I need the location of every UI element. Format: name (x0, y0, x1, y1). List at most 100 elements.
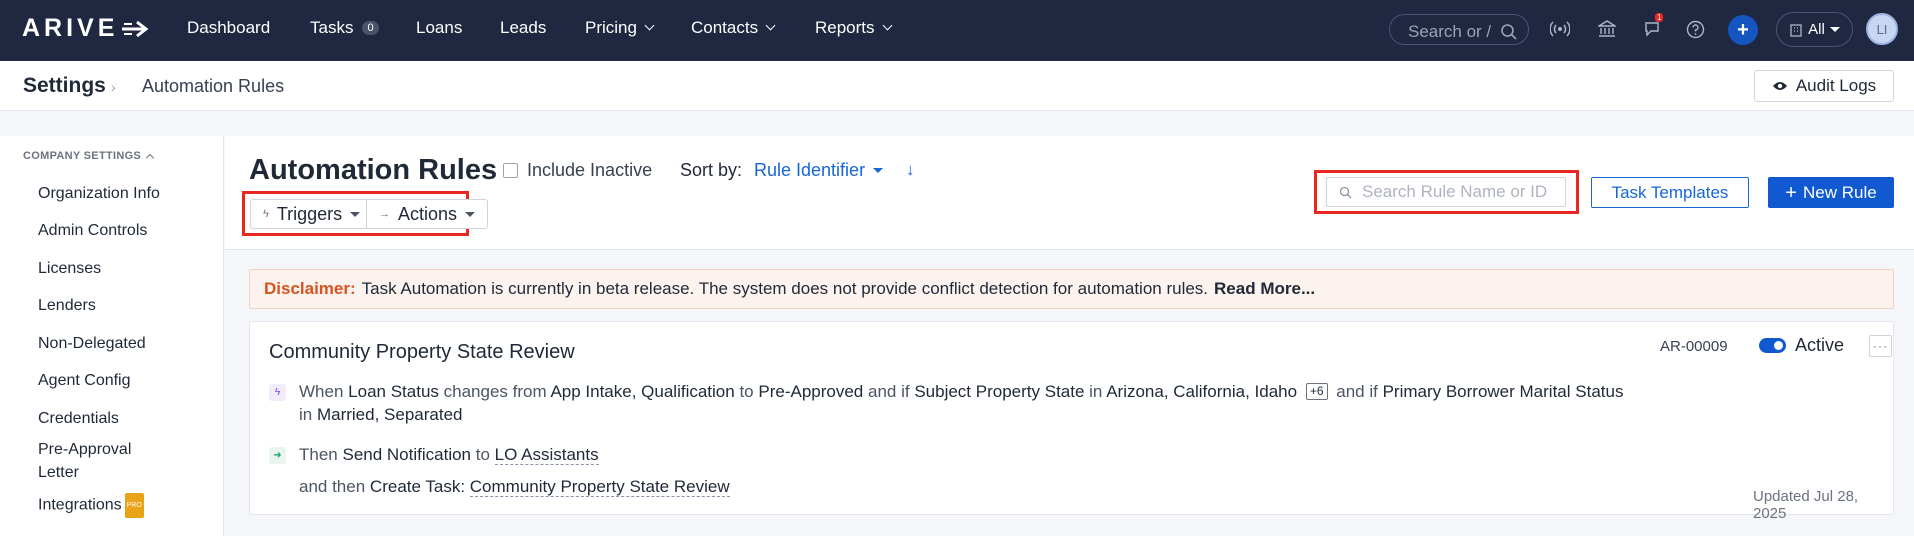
nav-dashboard[interactable]: Dashboard (187, 18, 270, 38)
nav-dashboard-label: Dashboard (187, 18, 271, 37)
pro-badge: PRO (124, 493, 144, 518)
notifications-icon[interactable]: 1 (1642, 13, 1664, 40)
rule-action-1: Then Send Notification to LO Assistants (299, 443, 599, 466)
action-create-task: Create Task: (369, 477, 466, 496)
disclaimer-text: Task Automation is currently in beta rel… (361, 279, 1209, 298)
condition-field-marital-status: Primary Borrower Marital Status (1382, 382, 1624, 401)
global-search-placeholder: Search or / (1408, 22, 1492, 41)
read-more-link[interactable]: Read More... (1214, 279, 1315, 299)
main-content: Automation Rules Include Inactive Sort b… (225, 136, 1914, 536)
text-and-then: and then (299, 477, 366, 496)
breadcrumb: Settings › Automation Rules Audit Logs (0, 61, 1914, 111)
page-title: Automation Rules (249, 154, 498, 186)
audit-logs-label: Audit Logs (1795, 76, 1877, 95)
condition-field-property-state: Subject Property State (914, 382, 1085, 401)
bank-icon[interactable] (1596, 18, 1618, 40)
nav-tasks[interactable]: Tasks 0 (310, 18, 379, 38)
nav-tasks-label: Tasks (310, 18, 354, 37)
nav-reports[interactable]: Reports (815, 18, 892, 38)
text-and-if: and if (868, 382, 910, 401)
rule-card[interactable]: Community Property State Review AR-00009… (249, 321, 1894, 522)
rule-search-input[interactable]: Search Rule Name or ID (1326, 177, 1566, 207)
chevron-down-icon (882, 20, 892, 31)
sidebar-item-licenses[interactable]: Licenses (38, 257, 188, 280)
trigger-from-values: App Intake, Qualification (550, 382, 735, 401)
more-states-tag[interactable]: +6 (1305, 383, 1328, 400)
global-search-input[interactable]: Search or / (1389, 14, 1529, 45)
beta-disclaimer-banner: Disclaimer: Task Automation is currently… (249, 269, 1894, 309)
sidebar-section-label: COMPANY SETTINGS (23, 150, 142, 162)
audit-logs-button[interactable]: Audit Logs (1754, 70, 1894, 102)
sidebar-item-lenders[interactable]: Lenders (38, 294, 188, 317)
plus-icon: + (1785, 181, 1797, 204)
include-inactive-toggle[interactable]: Include Inactive (503, 160, 652, 181)
bolt-icon: ϟ (263, 208, 269, 220)
triggers-filter-button[interactable]: ϟ Triggers (250, 199, 374, 229)
rule-active-toggle[interactable] (1759, 338, 1786, 353)
rule-trigger-description: When Loan Status changes from App Intake… (299, 380, 1649, 426)
include-inactive-checkbox[interactable] (503, 163, 518, 178)
notification-badge: 1 (1655, 13, 1664, 22)
trigger-field-loan-status: Loan Status (348, 382, 439, 401)
action-task-name-link[interactable]: Community Property State Review (469, 477, 730, 497)
action-arrow-icon: ➜ (269, 447, 286, 464)
text-to: to (739, 382, 754, 401)
sidebar-item-admin-controls[interactable]: Admin Controls (38, 219, 188, 242)
sidebar-item-integrations[interactable]: Integrations PRO (38, 493, 188, 518)
quick-add-button[interactable]: + (1728, 15, 1758, 45)
include-inactive-label: Include Inactive (527, 160, 653, 180)
search-icon (1501, 24, 1517, 40)
rule-action-2: and then Create Task: Community Property… (299, 475, 730, 498)
eye-icon (1772, 82, 1787, 90)
nav-pricing[interactable]: Pricing (585, 18, 655, 38)
nav-reports-label: Reports (815, 18, 875, 37)
nav-leads[interactable]: Leads (500, 18, 546, 38)
broadcast-icon[interactable] (1549, 18, 1571, 40)
task-templates-button[interactable]: Task Templates (1591, 177, 1749, 208)
scope-filter-label: All (1808, 21, 1825, 38)
more-options-button[interactable]: ··· (1869, 335, 1892, 357)
scope-filter-dropdown[interactable]: All (1776, 12, 1853, 47)
user-avatar[interactable]: LI (1866, 13, 1898, 45)
rule-status-label: Active (1795, 335, 1845, 355)
rule-name[interactable]: Community Property State Review (269, 341, 575, 364)
caret-down-icon (873, 168, 884, 173)
nav-loans[interactable]: Loans (416, 18, 462, 38)
caret-down-icon (350, 211, 361, 217)
sidebar-section-company-settings[interactable]: COMPANY SETTINGS (23, 150, 155, 162)
chevron-down-icon (644, 20, 655, 31)
sidebar-item-credentials[interactable]: Credentials (38, 407, 188, 430)
new-rule-label: New Rule (1802, 182, 1877, 202)
new-rule-button[interactable]: + New Rule (1768, 177, 1894, 208)
actions-filter-button[interactable]: → Actions (366, 199, 489, 229)
chevron-down-icon (765, 20, 776, 31)
nav-pricing-label: Pricing (585, 18, 637, 37)
triggers-label: Triggers (276, 203, 343, 224)
condition-states: Arizona, California, Idaho (1106, 382, 1298, 401)
sort-label: Sort by: (680, 160, 743, 180)
text-in: in (299, 405, 313, 424)
caret-down-icon (1829, 27, 1840, 32)
arive-logo[interactable]: ARIVE (22, 14, 152, 43)
logo-text: ARIVE (22, 14, 119, 42)
nav-contacts-label: Contacts (691, 18, 759, 37)
sort-direction-arrow-icon[interactable]: ↓ (906, 160, 915, 180)
breadcrumb-chevron-icon: › (111, 79, 116, 95)
sidebar-item-organization-info[interactable]: Organization Info (38, 182, 188, 205)
sidebar-item-agent-config[interactable]: Agent Config (38, 369, 188, 392)
condition-marital-values: Married, Separated (316, 405, 463, 424)
sidebar-item-non-delegated[interactable]: Non-Delegated (38, 332, 188, 355)
rules-header-panel: Automation Rules Include Inactive Sort b… (225, 136, 1914, 250)
breadcrumb-settings[interactable]: Settings (23, 74, 106, 98)
text-and-if: and if (1336, 382, 1378, 401)
action-recipient-link[interactable]: LO Assistants (494, 445, 599, 465)
sort-field-dropdown[interactable]: Rule Identifier (754, 160, 884, 181)
rule-search-placeholder: Search Rule Name or ID (1362, 182, 1548, 201)
sidebar-item-integrations-label: Integrations (38, 496, 122, 514)
help-icon[interactable] (1684, 18, 1706, 40)
trigger-to-value: Pre-Approved (758, 382, 864, 401)
sidebar-item-pre-approval-letter[interactable]: Pre-Approval Letter (38, 438, 158, 484)
top-navbar: ARIVE Dashboard Tasks 0 Loans Leads Prici… (0, 0, 1914, 61)
nav-contacts[interactable]: Contacts (691, 18, 776, 38)
settings-sidebar: COMPANY SETTINGS Organization Info Admin… (0, 136, 224, 536)
